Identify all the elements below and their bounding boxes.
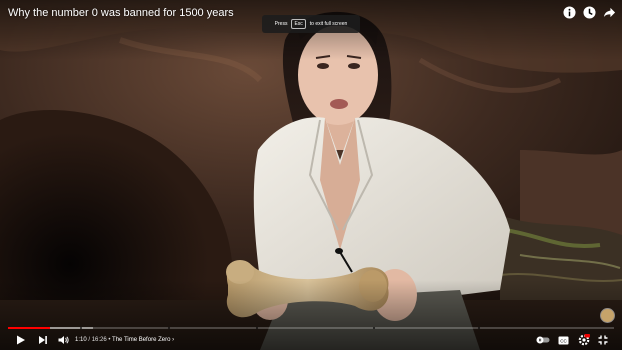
play-button[interactable]: [16, 333, 26, 347]
chapter-marker: [256, 327, 258, 329]
toast-exit-text: to exit full screen: [309, 21, 348, 27]
settings-button[interactable]: [578, 333, 590, 347]
info-icon[interactable]: [563, 6, 576, 19]
exit-fullscreen-toast: Press Esc to exit full screen: [262, 15, 360, 33]
current-time: 1:10: [75, 337, 87, 343]
share-arrow-icon[interactable]: [603, 6, 616, 19]
settings-icon: [578, 334, 590, 346]
volume-icon: [58, 336, 69, 344]
subtitles-button[interactable]: CC: [558, 333, 569, 347]
chapter-marker: [373, 327, 375, 329]
svg-text:CC: CC: [560, 338, 567, 343]
exit-fullscreen-button[interactable]: [598, 333, 608, 347]
chapter-title[interactable]: The Time Before Zero: [112, 337, 170, 343]
autoplay-toggle[interactable]: [536, 333, 550, 347]
progress-played: [8, 327, 50, 329]
chapter-chevron-icon[interactable]: ›: [170, 337, 174, 343]
top-right-actions: [563, 6, 616, 19]
channel-watermark-icon[interactable]: [601, 309, 614, 322]
next-button[interactable]: [38, 333, 48, 347]
toast-press-text: Press: [274, 21, 288, 27]
autoplay-toggle-icon: [536, 336, 550, 344]
watch-later-clock-icon[interactable]: [583, 6, 596, 19]
progress-bar[interactable]: [8, 327, 614, 329]
subtitles-icon: CC: [558, 336, 569, 344]
mute-button[interactable]: [58, 333, 69, 347]
duration: 16:26: [91, 337, 107, 343]
chapter-marker: [478, 327, 480, 329]
chapter-marker: [80, 327, 82, 329]
player-controls: 1:10 / 16:26 • The Time Before Zero › CC: [0, 333, 622, 347]
time-display: 1:10 / 16:26 • The Time Before Zero ›: [75, 335, 174, 345]
exit-fullscreen-icon: [598, 335, 608, 345]
video-player[interactable]: Why the number 0 was banned for 1500 yea…: [0, 0, 622, 350]
play-icon: [17, 335, 25, 345]
esc-key-badge: Esc: [291, 19, 306, 29]
chapter-marker: [168, 327, 170, 329]
video-title[interactable]: Why the number 0 was banned for 1500 yea…: [8, 7, 234, 19]
next-icon: [39, 336, 47, 344]
